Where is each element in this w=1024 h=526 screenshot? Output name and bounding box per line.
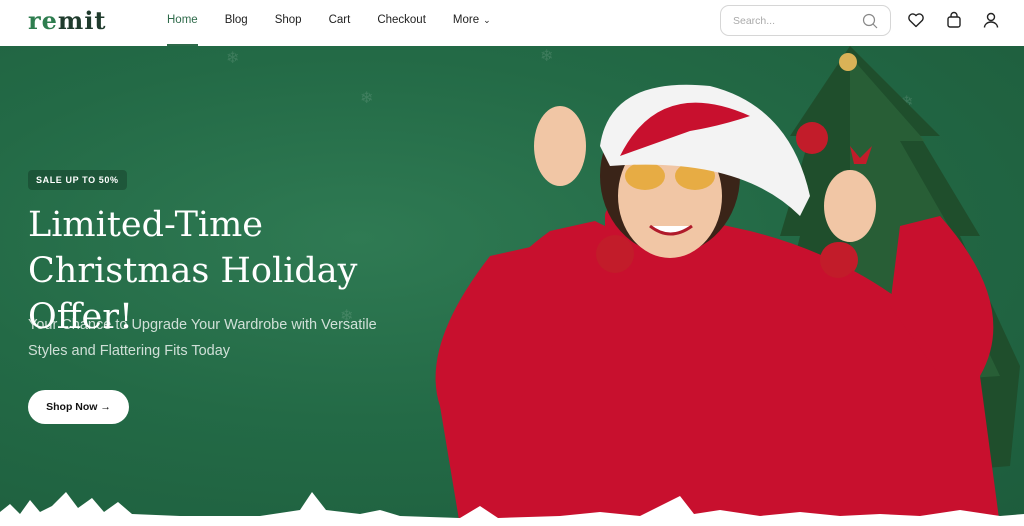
sale-badge: SALE UP TO 50%	[28, 170, 127, 190]
chevron-down-icon: ⌄	[483, 15, 491, 25]
nav-more[interactable]: More ⌄	[444, 0, 500, 46]
nav-checkout[interactable]: Checkout	[368, 0, 435, 46]
nav-blog[interactable]: Blog	[216, 0, 257, 46]
hero-headline-line1: Limited-Time	[28, 205, 264, 245]
site-header: remit Home Blog Shop Cart Checkout More ⌄	[0, 0, 1024, 46]
snowflake-icon: ❄	[360, 90, 374, 107]
nav-cart[interactable]: Cart	[320, 0, 360, 46]
snowflake-icon: ❄	[226, 50, 240, 67]
search-box	[720, 5, 891, 36]
shop-now-button[interactable]: Shop Now →	[28, 390, 129, 424]
nav-home[interactable]: Home	[158, 0, 207, 46]
search-input[interactable]	[733, 13, 858, 29]
bag-icon[interactable]	[945, 11, 963, 29]
hero-banner: ❄ ❄ ❄ ❄ ❄ SALE UP TO 50% Limited-Time Ch…	[0, 46, 1024, 526]
hero-subtitle: Your Chance to Upgrade Your Wardrobe wit…	[28, 312, 448, 364]
main-nav: Home Blog Shop Cart Checkout More ⌄	[158, 0, 509, 46]
hero-subtitle-line1: Your Chance to Upgrade Your Wardrobe wit…	[28, 317, 377, 333]
nav-shop[interactable]: Shop	[266, 0, 311, 46]
heart-icon[interactable]	[907, 11, 925, 29]
hero-image	[435, 46, 1020, 526]
user-icon[interactable]	[982, 11, 1000, 29]
snow-ground	[0, 492, 1024, 526]
logo[interactable]: remit	[28, 6, 107, 35]
nav-more-label: More	[452, 14, 480, 26]
search-icon[interactable]	[862, 13, 878, 29]
hero-subtitle-line2: Styles and Flattering Fits Today	[28, 343, 231, 359]
